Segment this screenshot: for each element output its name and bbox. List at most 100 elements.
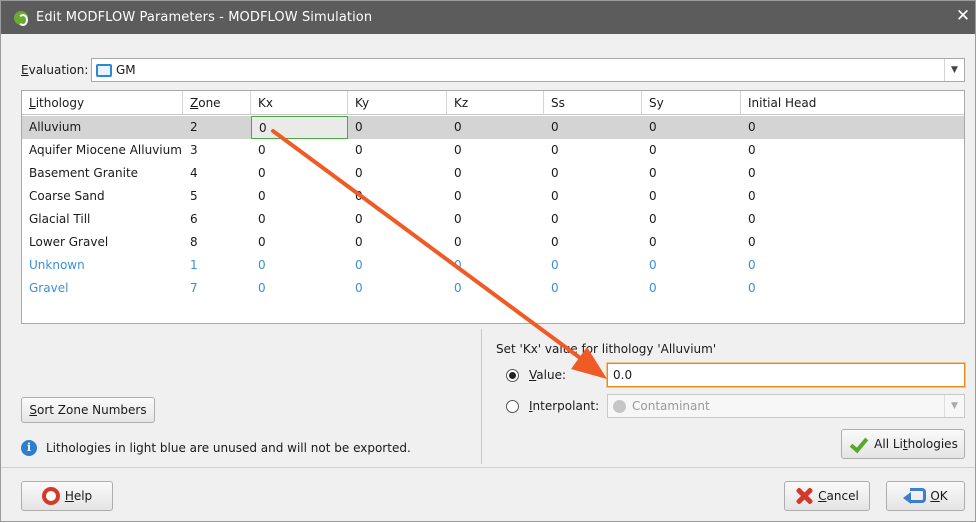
cell-lithology[interactable]: Aquifer Miocene Alluvium — [22, 139, 183, 162]
ok-button[interactable]: OK — [886, 481, 965, 511]
cell-lithology[interactable]: Lower Gravel — [22, 231, 183, 254]
cell-ss[interactable]: 0 — [544, 208, 642, 231]
cell-ky[interactable]: 0 — [348, 231, 447, 254]
cell-lithology[interactable]: Coarse Sand — [22, 185, 183, 208]
cell-sy[interactable]: 0 — [642, 254, 741, 277]
cell-kx[interactable]: 0 — [251, 208, 348, 231]
cell-ky[interactable]: 0 — [348, 185, 447, 208]
cell-zone[interactable]: 7 — [183, 277, 251, 300]
cell-lithology[interactable]: Basement Granite — [22, 162, 183, 185]
table-row[interactable]: Gravel 7 0 0 0 0 0 0 — [22, 277, 964, 300]
cell-initial-head[interactable]: 0 — [741, 277, 964, 300]
interpolant-value: Contaminant — [632, 399, 710, 413]
column-header-lithology[interactable]: Lithology — [22, 91, 183, 115]
cell-kz[interactable]: 0 — [447, 162, 544, 185]
cell-initial-head[interactable]: 0 — [741, 208, 964, 231]
cell-zone[interactable]: 3 — [183, 139, 251, 162]
cell-sy[interactable]: 0 — [642, 208, 741, 231]
close-button[interactable]: ✕ — [953, 4, 973, 28]
cell-kz[interactable]: 0 — [447, 231, 544, 254]
cell-initial-head[interactable]: 0 — [741, 185, 964, 208]
interpolant-select[interactable]: Contaminant ▼ — [607, 394, 965, 418]
cell-ss[interactable]: 0 — [544, 277, 642, 300]
chevron-down-icon[interactable]: ▼ — [944, 59, 964, 81]
cell-ky[interactable]: 0 — [348, 116, 447, 139]
table-row[interactable]: Glacial Till 6 0 0 0 0 0 0 — [22, 208, 964, 231]
table-row[interactable]: Basement Granite 4 0 0 0 0 0 0 — [22, 162, 964, 185]
cell-kx[interactable]: 0 — [251, 116, 348, 139]
chevron-down-icon[interactable]: ▼ — [944, 395, 964, 417]
cell-sy[interactable]: 0 — [642, 116, 741, 139]
cell-kz[interactable]: 0 — [447, 116, 544, 139]
table-row[interactable]: Lower Gravel 8 0 0 0 0 0 0 — [22, 231, 964, 254]
table-row[interactable]: Alluvium 2 0 0 0 0 0 0 — [22, 116, 964, 139]
cell-initial-head[interactable]: 0 — [741, 139, 964, 162]
column-header-kz[interactable]: Kz — [447, 91, 544, 115]
cell-zone[interactable]: 8 — [183, 231, 251, 254]
cell-ss[interactable]: 0 — [544, 116, 642, 139]
cell-ky[interactable]: 0 — [348, 139, 447, 162]
cell-sy[interactable]: 0 — [642, 139, 741, 162]
cell-lithology[interactable]: Glacial Till — [22, 208, 183, 231]
help-button[interactable]: Help — [21, 481, 113, 511]
table-row[interactable]: Unknown 1 0 0 0 0 0 0 — [22, 254, 964, 277]
cell-ky[interactable]: 0 — [348, 277, 447, 300]
cell-sy[interactable]: 0 — [642, 277, 741, 300]
cell-zone[interactable]: 1 — [183, 254, 251, 277]
cell-kx[interactable]: 0 — [251, 139, 348, 162]
cell-zone[interactable]: 4 — [183, 162, 251, 185]
cell-kz[interactable]: 0 — [447, 277, 544, 300]
cell-lithology[interactable]: Gravel — [22, 277, 183, 300]
column-header-ky[interactable]: Ky — [348, 91, 447, 115]
app-logo-icon — [14, 10, 28, 26]
title-bar: Edit MODFLOW Parameters - MODFLOW Simula… — [1, 1, 975, 34]
column-header-ss[interactable]: Ss — [544, 91, 642, 115]
cell-ky[interactable]: 0 — [348, 208, 447, 231]
cell-kx[interactable]: 0 — [251, 277, 348, 300]
checkmark-icon — [848, 435, 868, 453]
sort-zone-numbers-button[interactable]: Sort Zone Numbers — [21, 397, 155, 423]
column-header-initial-head[interactable]: Initial Head — [741, 91, 964, 115]
cell-ss[interactable]: 0 — [544, 139, 642, 162]
value-input[interactable]: 0.0 — [607, 363, 965, 387]
cell-ss[interactable]: 0 — [544, 162, 642, 185]
cell-lithology[interactable]: Alluvium — [22, 116, 183, 139]
table-row[interactable]: Coarse Sand 5 0 0 0 0 0 0 — [22, 185, 964, 208]
cell-zone[interactable]: 2 — [183, 116, 251, 139]
cell-sy[interactable]: 0 — [642, 231, 741, 254]
cell-kx[interactable]: 0 — [251, 231, 348, 254]
cancel-x-icon — [795, 487, 813, 505]
value-radio-label[interactable]: Value: — [529, 368, 566, 382]
all-lithologies-button[interactable]: All Lithologies — [841, 429, 965, 459]
interpolant-radio[interactable] — [506, 400, 519, 413]
cell-ss[interactable]: 0 — [544, 231, 642, 254]
cancel-button[interactable]: Cancel — [784, 481, 870, 511]
cell-kx[interactable]: 0 — [251, 254, 348, 277]
cell-ss[interactable]: 0 — [544, 185, 642, 208]
cell-kz[interactable]: 0 — [447, 139, 544, 162]
table-row[interactable]: Aquifer Miocene Alluvium 3 0 0 0 0 0 0 — [22, 139, 964, 162]
column-header-kx[interactable]: Kx — [251, 91, 348, 115]
cell-sy[interactable]: 0 — [642, 162, 741, 185]
cell-lithology[interactable]: Unknown — [22, 254, 183, 277]
interpolant-radio-label[interactable]: Interpolant: — [529, 399, 599, 413]
column-header-sy[interactable]: Sy — [642, 91, 741, 115]
evaluation-select[interactable]: GM ▼ — [91, 58, 965, 82]
cell-initial-head[interactable]: 0 — [741, 162, 964, 185]
cell-initial-head[interactable]: 0 — [741, 231, 964, 254]
cell-zone[interactable]: 5 — [183, 185, 251, 208]
cell-zone[interactable]: 6 — [183, 208, 251, 231]
cell-kz[interactable]: 0 — [447, 254, 544, 277]
cell-kx[interactable]: 0 — [251, 185, 348, 208]
cell-initial-head[interactable]: 0 — [741, 116, 964, 139]
cell-ss[interactable]: 0 — [544, 254, 642, 277]
cell-kz[interactable]: 0 — [447, 185, 544, 208]
cell-ky[interactable]: 0 — [348, 162, 447, 185]
cell-sy[interactable]: 0 — [642, 185, 741, 208]
value-radio[interactable] — [506, 369, 519, 382]
cell-initial-head[interactable]: 0 — [741, 254, 964, 277]
cell-kz[interactable]: 0 — [447, 208, 544, 231]
cell-kx[interactable]: 0 — [251, 162, 348, 185]
cell-ky[interactable]: 0 — [348, 254, 447, 277]
column-header-zone[interactable]: Zone — [183, 91, 251, 115]
